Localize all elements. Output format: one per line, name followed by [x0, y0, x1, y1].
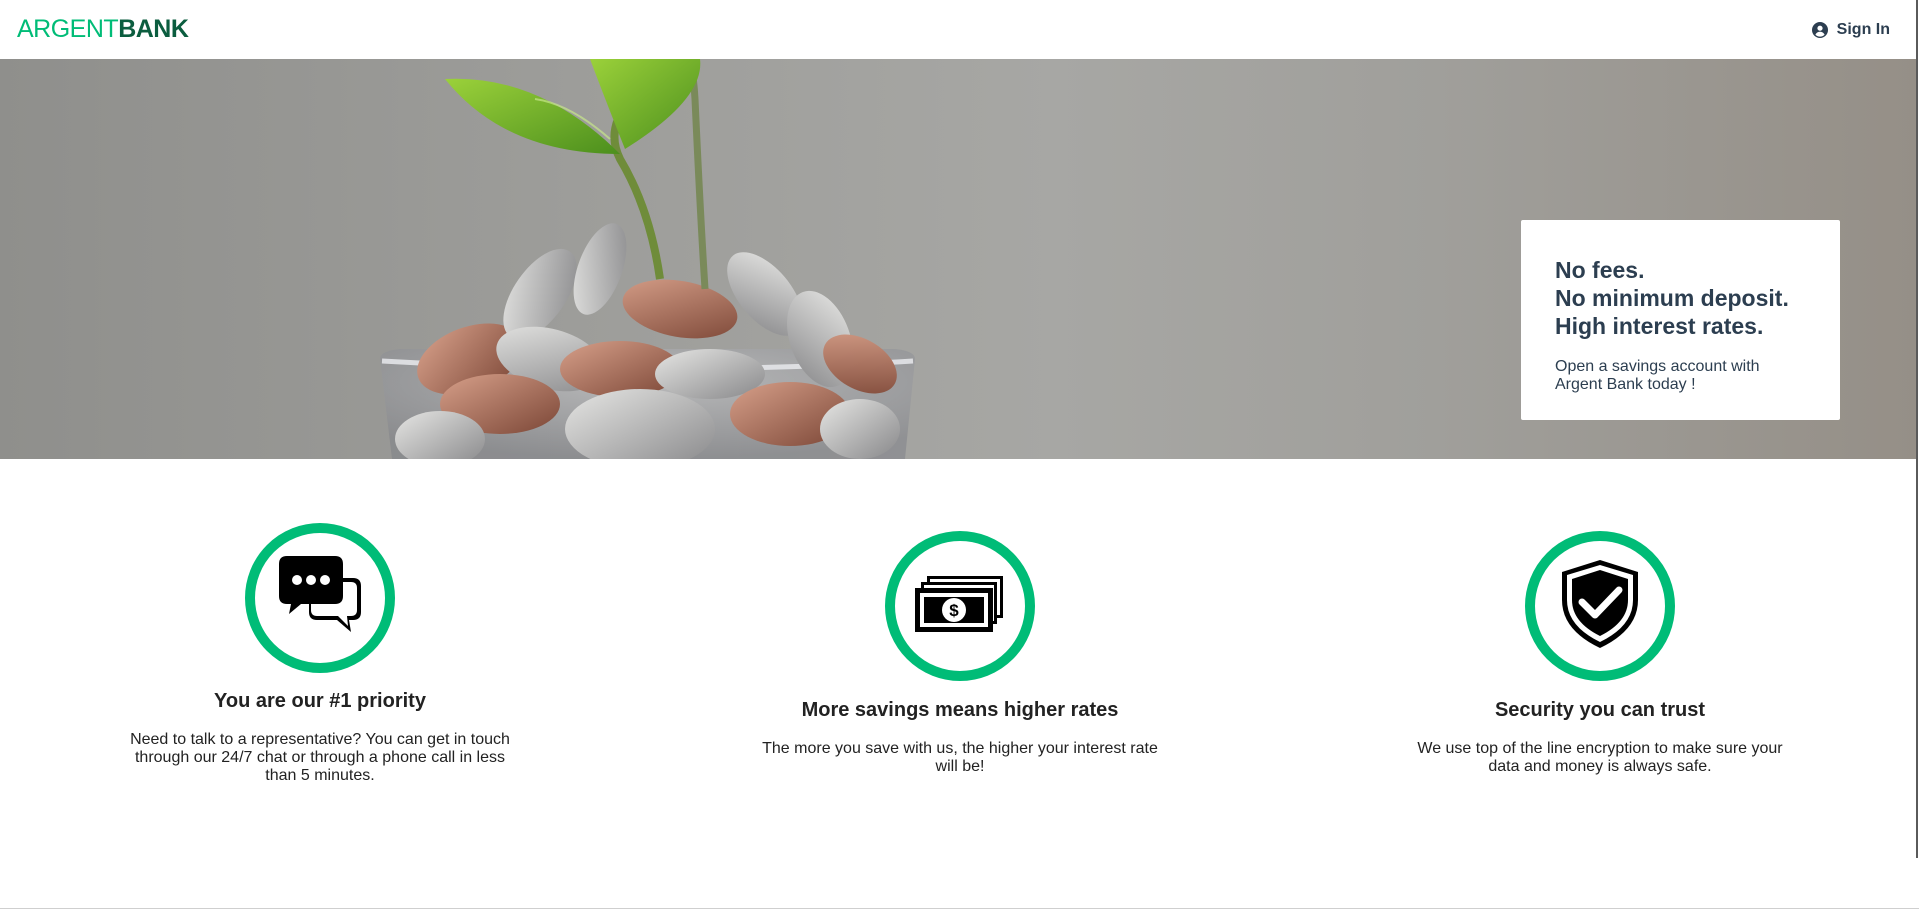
feature-text: We use top of the line encryption to mak…: [1417, 740, 1783, 775]
sign-in-link[interactable]: Sign In: [1811, 20, 1890, 39]
page: ARGENT BANK Sign In No fees. No minimum …: [0, 0, 1919, 916]
feature-text: Need to talk to a representative? You ca…: [130, 731, 510, 784]
footer-divider: [0, 908, 1919, 909]
feature-icon-ring: $: [885, 531, 1035, 681]
svg-text:$: $: [949, 601, 959, 620]
logo-text-bank: BANK: [118, 15, 189, 43]
main-nav: ARGENT BANK Sign In: [0, 0, 1916, 59]
feature-icon-ring: [1525, 531, 1675, 681]
feature-title: More savings means higher rates: [801, 699, 1119, 721]
promo-subtitle: No fees.: [1555, 257, 1645, 283]
promo-text: Open a savings account with Argent Bank …: [1555, 358, 1760, 393]
promo-subtitle-list: No fees. No minimum deposit. High intere…: [1555, 256, 1806, 340]
money-icon: $: [915, 575, 1005, 637]
argent-bank-logo[interactable]: ARGENT BANK: [17, 15, 189, 43]
chat-icon: [277, 555, 363, 641]
feature-text: The more you save with us, the higher yo…: [762, 740, 1158, 775]
promo-subtitle: No minimum deposit.: [1555, 285, 1789, 311]
feature-title: You are our #1 priority: [214, 690, 426, 712]
scrollbar-edge: [1916, 0, 1918, 858]
feature-title: Security you can trust: [1494, 699, 1706, 721]
user-circle-icon: [1811, 21, 1828, 38]
feature-icon-ring: [245, 523, 395, 673]
hero-banner: No fees. No minimum deposit. High intere…: [0, 59, 1916, 459]
promo-subtitle: High interest rates.: [1555, 313, 1764, 339]
logo-text-argent: ARGENT: [17, 15, 119, 43]
security-icon: [1562, 559, 1638, 653]
promo-card: No fees. No minimum deposit. High intere…: [1521, 220, 1840, 420]
sign-in-label: Sign In: [1836, 20, 1890, 38]
